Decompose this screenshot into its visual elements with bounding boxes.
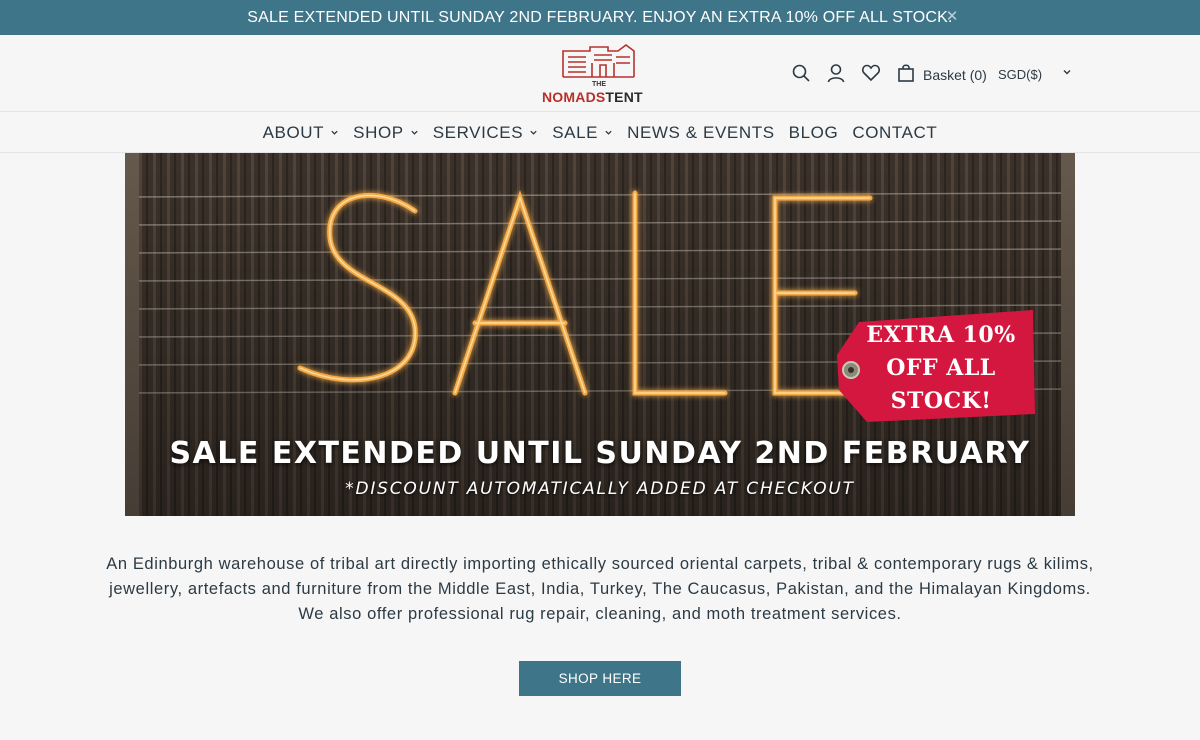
wishlist-heart-icon[interactable] <box>861 63 881 83</box>
nav-item-about[interactable]: ABOUT <box>263 123 340 143</box>
currency-selector[interactable]: SGD($) <box>998 67 1074 85</box>
nav-item-blog[interactable]: BLOG <box>789 123 839 143</box>
site-logo[interactable]: THE NOMADSTENT <box>540 43 660 107</box>
chevron-down-icon <box>530 130 537 135</box>
intro-line: We also offer professional rug repair, c… <box>298 605 902 623</box>
search-icon[interactable] <box>791 63 811 83</box>
currency-value: SGD($) <box>998 67 1043 82</box>
tag-line: OFF ALL <box>886 355 996 381</box>
nav-item-contact[interactable]: CONTACT <box>852 123 937 143</box>
nav-item-label: ABOUT <box>262 122 325 142</box>
shop-here-button[interactable]: SHOP HERE <box>519 661 681 696</box>
tag-text: EXTRA 10% OFF ALL STOCK! <box>855 319 1027 418</box>
intro-line: jewellery, artefacts and furniture from … <box>109 580 1091 598</box>
chevron-down-icon <box>605 130 612 135</box>
nav-item-news-events[interactable]: NEWS & EVENTS <box>627 123 775 143</box>
nav-item-shop[interactable]: SHOP <box>353 123 419 143</box>
chevron-down-icon <box>1063 70 1071 75</box>
hero-headline: SALE EXTENDED UNTIL SUNDAY 2ND FEBRUARY <box>169 436 1031 471</box>
basket-link[interactable]: Basket (0) <box>923 67 987 83</box>
close-icon[interactable]: ✕ <box>944 8 960 26</box>
account-icon[interactable] <box>826 63 846 83</box>
tent-logo-icon <box>562 44 635 78</box>
tag-line: STOCK! <box>890 388 992 414</box>
nav-item-label: SERVICES <box>432 122 524 142</box>
announcement-text: SALE EXTENDED UNTIL SUNDAY 2ND FEBRUARY.… <box>247 8 953 26</box>
tag-line: EXTRA 10% <box>866 322 1016 348</box>
nav-item-label: BLOG <box>788 122 839 142</box>
nav-item-label: SHOP <box>353 122 404 142</box>
logo-name-part1: NOMADS <box>542 89 606 105</box>
site-header: THE NOMADSTENT Basket (0) SGD($) <box>0 35 1200 112</box>
nav-item-label: CONTACT <box>852 122 938 142</box>
basket-bag-icon[interactable] <box>896 63 916 83</box>
logo-wordmark: NOMADSTENT <box>542 89 662 105</box>
hero-subline: *DISCOUNT AUTOMATICALLY ADDED AT CHECKOU… <box>345 479 855 499</box>
logo-the-text: THE <box>592 81 606 88</box>
nav-item-label: SALE <box>552 122 599 142</box>
nav-item-sale[interactable]: SALE <box>552 123 613 143</box>
chevron-down-icon <box>411 130 418 135</box>
announcement-bar: SALE EXTENDED UNTIL SUNDAY 2ND FEBRUARY.… <box>0 0 1200 35</box>
nav-item-services[interactable]: SERVICES <box>433 123 538 143</box>
logo-name-part2: TENT <box>605 89 643 105</box>
intro-text: An Edinburgh warehouse of tribal art dir… <box>100 552 1100 627</box>
intro-line: An Edinburgh warehouse of tribal art dir… <box>106 555 1094 573</box>
hero-banner[interactable]: EXTRA 10% OFF ALL STOCK! SALE EXTENDED U… <box>125 153 1075 516</box>
nav-item-label: NEWS & EVENTS <box>627 122 775 142</box>
chevron-down-icon <box>331 130 338 135</box>
main-nav: ABOUT SHOP SERVICES SALE NEWS & EVENTS B… <box>0 113 1200 153</box>
